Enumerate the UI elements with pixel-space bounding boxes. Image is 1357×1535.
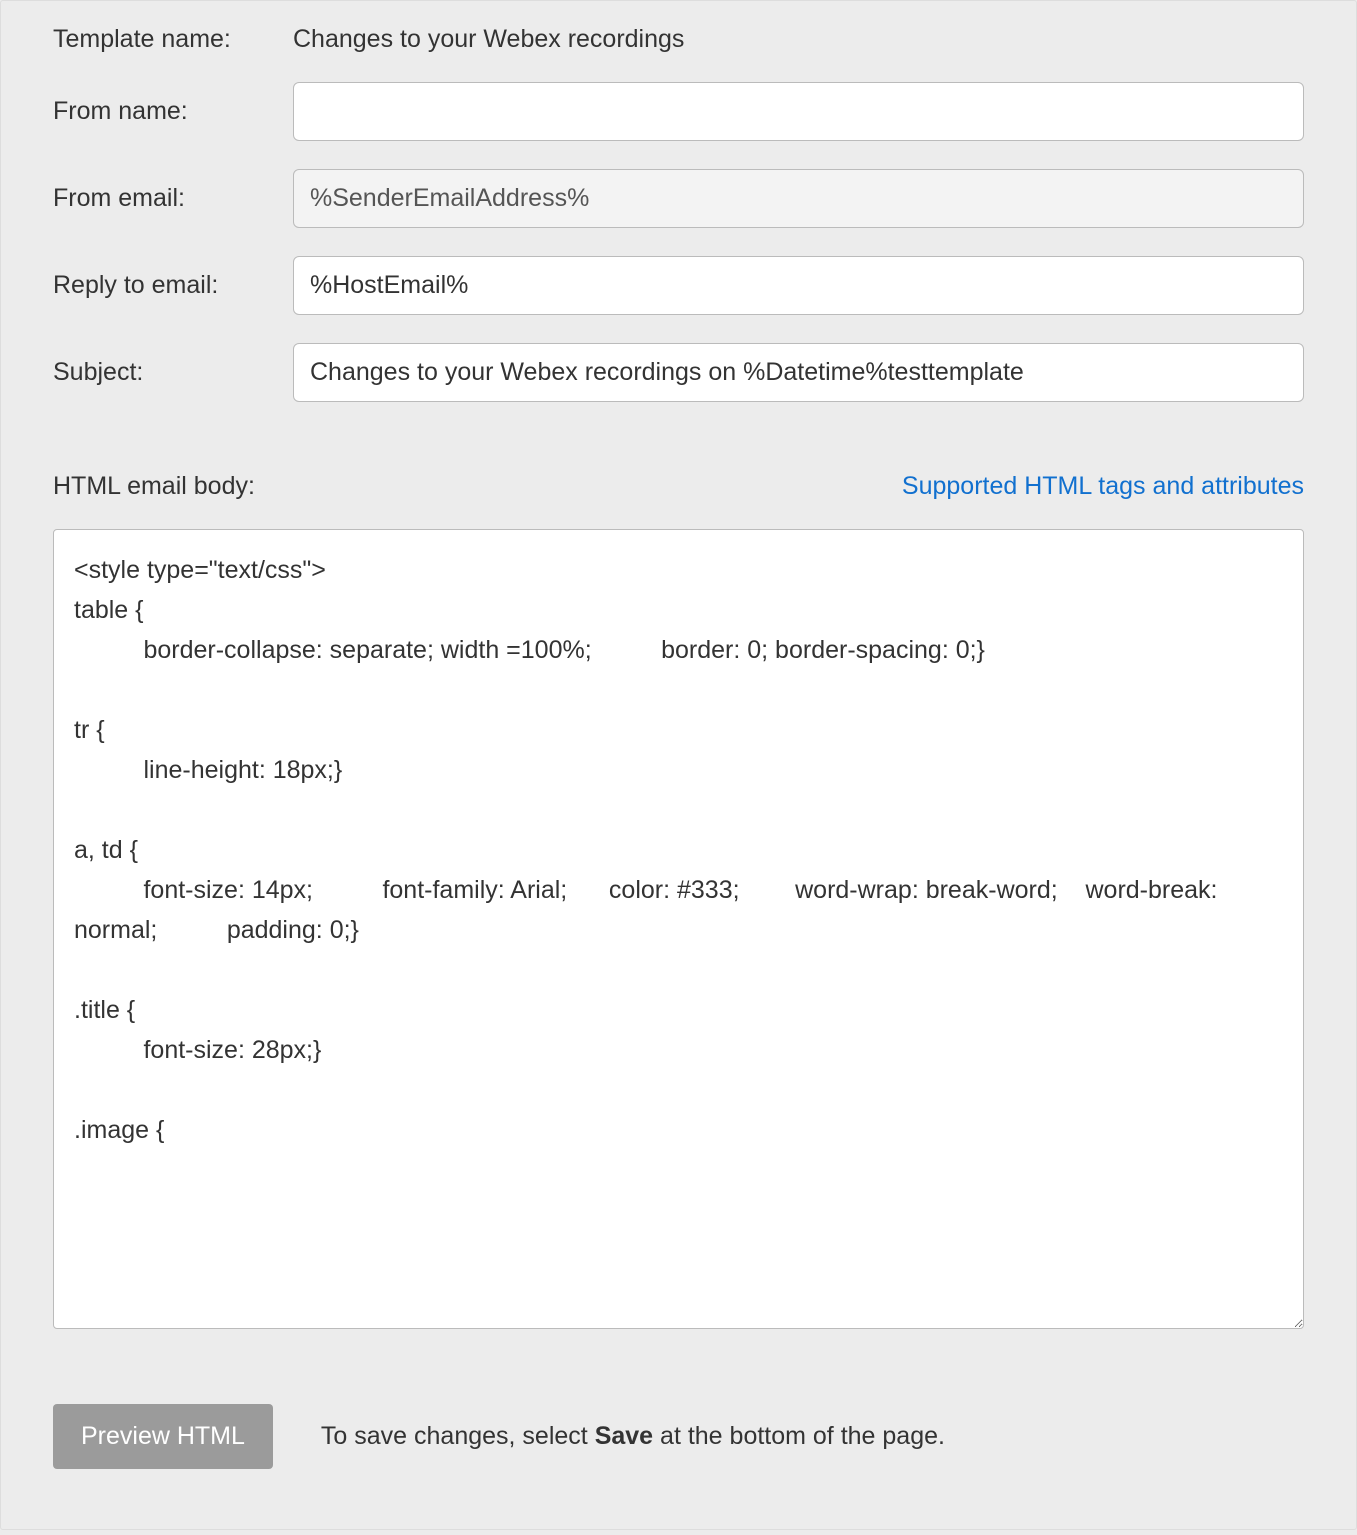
label-from-name: From name:: [53, 97, 293, 126]
row-from-email: From email:: [53, 169, 1304, 228]
reply-to-email-input[interactable]: [293, 256, 1304, 315]
save-hint-pre: To save changes, select: [321, 1422, 595, 1450]
preview-html-button[interactable]: Preview HTML: [53, 1404, 273, 1469]
label-template-name: Template name:: [53, 25, 293, 54]
row-template-name: Template name: Changes to your Webex rec…: [53, 25, 1304, 54]
email-template-form: Template name: Changes to your Webex rec…: [0, 0, 1357, 1530]
html-body-wrap: [53, 529, 1304, 1334]
row-subject: Subject:: [53, 343, 1304, 402]
html-body-textarea[interactable]: [53, 529, 1304, 1329]
subject-input[interactable]: [293, 343, 1304, 402]
footer-row: Preview HTML To save changes, select Sav…: [53, 1404, 1304, 1469]
label-html-email-body: HTML email body:: [53, 472, 255, 501]
label-subject: Subject:: [53, 358, 293, 387]
html-body-header: HTML email body: Supported HTML tags and…: [53, 472, 1304, 501]
save-hint-bold: Save: [595, 1422, 653, 1450]
row-from-name: From name:: [53, 82, 1304, 141]
supported-tags-link[interactable]: Supported HTML tags and attributes: [902, 472, 1304, 501]
from-email-input[interactable]: [293, 169, 1304, 228]
from-name-input[interactable]: [293, 82, 1304, 141]
save-hint: To save changes, select Save at the bott…: [321, 1422, 945, 1451]
label-reply-to-email: Reply to email:: [53, 271, 293, 300]
row-reply-to-email: Reply to email:: [53, 256, 1304, 315]
label-from-email: From email:: [53, 184, 293, 213]
save-hint-post: at the bottom of the page.: [653, 1422, 945, 1450]
value-template-name: Changes to your Webex recordings: [293, 25, 684, 54]
